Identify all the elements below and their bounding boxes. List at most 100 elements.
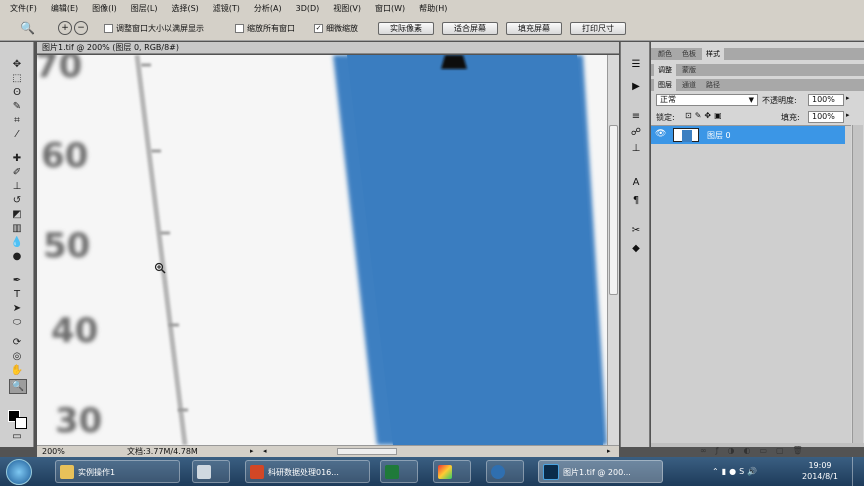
history-panel-icon[interactable]: ☰ [629, 58, 643, 71]
marquee-tool-icon[interactable]: ⬚ [9, 72, 25, 85]
menu-file[interactable]: 文件(F) [10, 3, 37, 14]
tab-color[interactable]: 颜色 [654, 48, 676, 60]
zoom-tool-selected-icon[interactable]: 🔍 [9, 379, 27, 394]
menu-select[interactable]: 选择(S) [171, 3, 198, 14]
fill-screen-button[interactable]: 填充屏幕 [506, 22, 562, 35]
zoom-all-option[interactable]: 缩放所有窗口 [235, 23, 295, 34]
tab-masks[interactable]: 蒙版 [678, 64, 700, 76]
show-desktop-button[interactable] [852, 457, 864, 486]
system-tray-icons[interactable]: ⌃▮●S🔊 [712, 467, 782, 477]
layer-name[interactable]: 图层 0 [707, 130, 731, 141]
pen-tool-icon[interactable]: ✒ [9, 274, 25, 287]
quick-select-tool-icon[interactable]: ✎ [9, 100, 25, 113]
lock-icons[interactable]: ⊡✎✥▣ [685, 111, 725, 120]
zoom-level[interactable]: 200% [42, 446, 65, 457]
menu-image[interactable]: 图像(I) [92, 3, 117, 14]
gradient-tool-icon[interactable]: ▥ [9, 222, 25, 235]
clock-time[interactable]: 19:09 [800, 461, 840, 470]
document-canvas[interactable]: 70 60 50 40 30 [37, 55, 607, 445]
tab-paths[interactable]: 路径 [702, 79, 724, 91]
history-brush-icon[interactable]: ↺ [9, 194, 25, 207]
fill-arrow-icon[interactable]: ▸ [846, 111, 850, 119]
print-size-button[interactable]: 打印尺寸 [570, 22, 626, 35]
menu-filter[interactable]: 滤镜(T) [213, 3, 240, 14]
menu-window[interactable]: 窗口(W) [375, 3, 405, 14]
vertical-scrollbar[interactable] [607, 55, 619, 445]
status-menu-arrow-icon[interactable]: ▸ [250, 446, 254, 457]
taskbar-app[interactable] [433, 460, 471, 483]
scrubby-zoom-checkbox[interactable]: ✓ [314, 24, 323, 33]
taskbar-explorer[interactable]: 实例操作1 [55, 460, 180, 483]
scroll-right-arrow-icon[interactable]: ▸ [607, 446, 611, 457]
tab-styles[interactable]: 样式 [702, 48, 724, 60]
start-button-icon[interactable] [6, 459, 32, 485]
scroll-left-arrow-icon[interactable]: ◂ [263, 446, 267, 457]
resize-windows-option[interactable]: 调整窗口大小以满屏显示 [104, 23, 204, 34]
eraser-tool-icon[interactable]: ◩ [9, 208, 25, 221]
taskbar-excel[interactable] [380, 460, 418, 483]
move-tool-icon[interactable]: ✥ [9, 58, 25, 71]
3d-orbit-tool-icon[interactable]: ◎ [9, 350, 25, 363]
character-panel-icon[interactable]: A [629, 176, 643, 189]
opacity-field[interactable]: 100% [808, 94, 844, 106]
menu-help[interactable]: 帮助(H) [419, 3, 447, 14]
resize-windows-checkbox[interactable] [104, 24, 113, 33]
zoom-in-icon[interactable]: + [58, 21, 72, 35]
document-tab[interactable]: 图片1.tif @ 200% (图层 0, RGB/8#) [37, 42, 619, 54]
clock-date[interactable]: 2014/8/1 [796, 472, 844, 481]
tab-adjustments[interactable]: 调整 [654, 64, 676, 76]
tab-swatches[interactable]: 色板 [678, 48, 700, 60]
opacity-label: 不透明度: [762, 96, 797, 105]
fill-field[interactable]: 100% [808, 111, 844, 123]
taskbar-math[interactable] [486, 460, 524, 483]
dodge-tool-icon[interactable]: ● [9, 250, 25, 263]
brush-tool-icon[interactable]: ✐ [9, 166, 25, 179]
vertical-scroll-thumb[interactable] [609, 125, 618, 295]
eye-icon[interactable]: 👁 [655, 129, 666, 139]
stamp-tool-icon[interactable]: ⊥ [9, 180, 25, 193]
background-color-swatch[interactable] [15, 417, 27, 429]
options-bar: 🔍 + − 调整窗口大小以满屏显示 缩放所有窗口 ✓ 细微缩放 实际像素 适合屏幕… [0, 17, 864, 41]
brushes-panel-icon[interactable]: ≡ [629, 110, 643, 123]
eyedropper-tool-icon[interactable]: ⁄ [9, 128, 25, 141]
tab-channels[interactable]: 通道 [678, 79, 700, 91]
tool-presets-icon[interactable]: ☍ [629, 126, 643, 139]
path-select-tool-icon[interactable]: ➤ [9, 302, 25, 315]
menu-edit[interactable]: 编辑(E) [51, 3, 78, 14]
zoom-out-icon[interactable]: − [74, 21, 88, 35]
lasso-tool-icon[interactable]: ʘ [9, 86, 25, 99]
layers-scrollbar[interactable] [852, 125, 863, 443]
shape-tool-icon[interactable]: ⬭ [9, 316, 25, 329]
healing-tool-icon[interactable]: ✚ [9, 152, 25, 165]
fit-screen-button[interactable]: 适合屏幕 [442, 22, 498, 35]
actual-pixels-button[interactable]: 实际像素 [378, 22, 434, 35]
blur-tool-icon[interactable]: 💧 [9, 236, 25, 249]
taskbar-powerpoint[interactable]: 科研数据处理016... [245, 460, 370, 483]
opacity-arrow-icon[interactable]: ▸ [846, 94, 850, 102]
paragraph-panel-icon[interactable]: ¶ [629, 194, 643, 207]
menu-layer[interactable]: 图层(L) [131, 3, 158, 14]
layers-footer-icons[interactable]: ∞ƒ◑◐▭▢🗑 [700, 446, 850, 456]
crop-tool-icon[interactable]: ⌗ [9, 114, 25, 127]
clone-source-icon[interactable]: ⊥ [629, 142, 643, 155]
scissors-panel-icon[interactable]: ✂ [629, 224, 643, 237]
taskbar-calculator[interactable] [192, 460, 230, 483]
blend-mode-select[interactable]: 正常 ▼ [656, 94, 758, 106]
horizontal-scroll-thumb[interactable] [337, 448, 397, 455]
3d-panel-icon[interactable]: ◆ [629, 242, 643, 255]
hand-tool-icon[interactable]: ✋ [9, 364, 25, 377]
menu-view[interactable]: 视图(V) [333, 3, 361, 14]
tab-layers[interactable]: 图层 [654, 79, 676, 91]
menu-3d[interactable]: 3D(D) [296, 4, 320, 13]
3d-rotate-tool-icon[interactable]: ⟳ [9, 336, 25, 349]
type-tool-icon[interactable]: T [9, 288, 25, 301]
fill-label: 填充: [781, 113, 800, 122]
taskbar-photoshop[interactable]: 图片1.tif @ 200... [538, 460, 663, 483]
zoom-all-checkbox[interactable] [235, 24, 244, 33]
layer-row-0[interactable]: 👁 图层 0 [651, 126, 845, 144]
scrubby-zoom-option[interactable]: ✓ 细微缩放 [314, 23, 358, 34]
screen-mode-icon[interactable]: ▭ [9, 430, 25, 443]
zoom-tool-icon[interactable]: 🔍 [20, 21, 35, 35]
menu-analysis[interactable]: 分析(A) [254, 3, 282, 14]
actions-panel-icon[interactable]: ▶ [629, 80, 643, 93]
